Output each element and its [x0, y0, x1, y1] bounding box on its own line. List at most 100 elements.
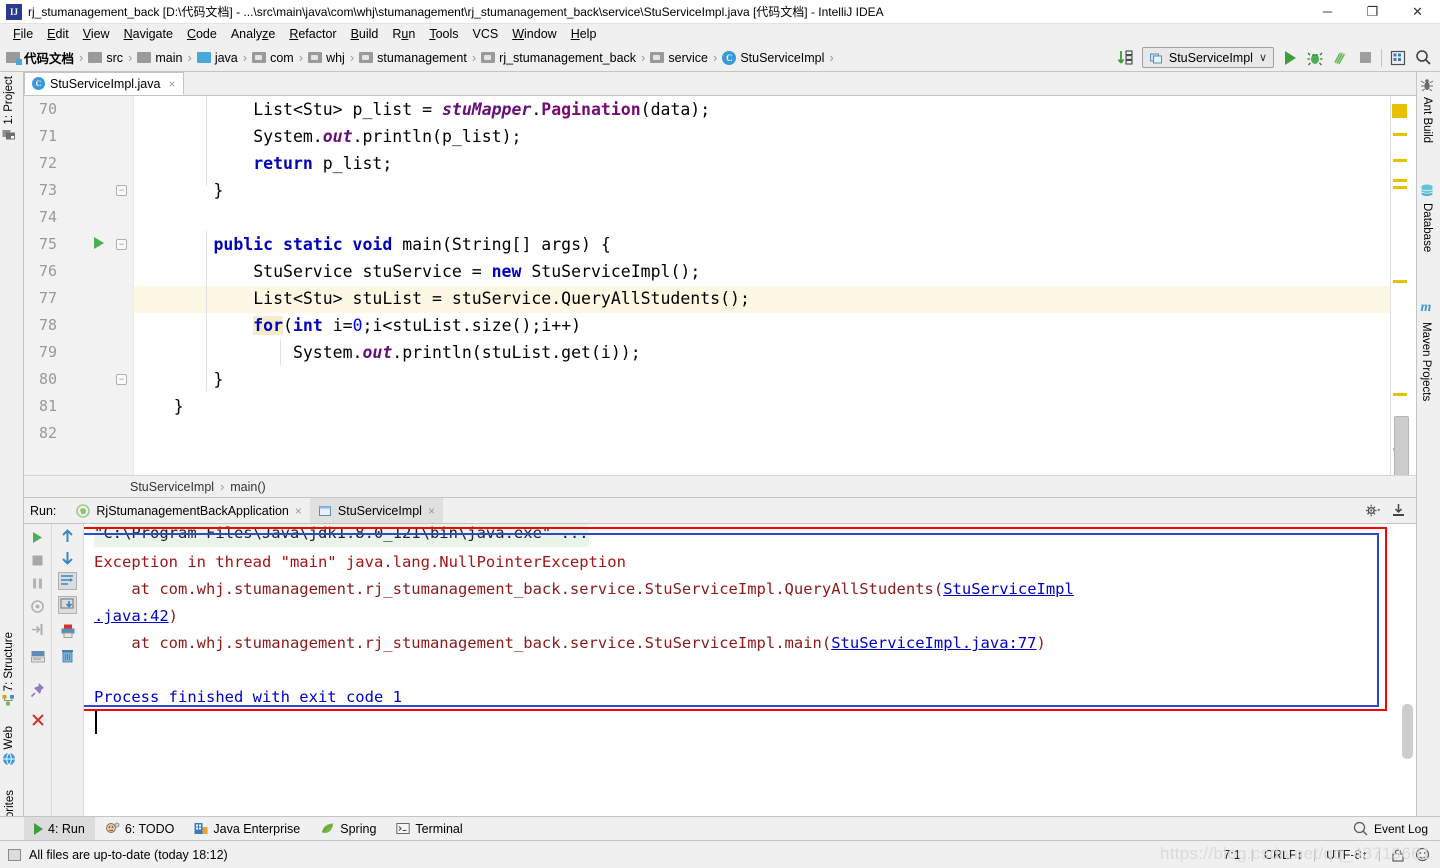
menu-navigate[interactable]: Navigate — [117, 25, 180, 43]
gutter-run-icon[interactable] — [94, 237, 104, 249]
close-icon[interactable]: × — [168, 77, 175, 91]
menu-refactor[interactable]: Refactor — [282, 25, 343, 43]
menu-window[interactable]: Window — [505, 25, 563, 43]
stop-icon[interactable] — [30, 553, 45, 568]
sidebar-item-project[interactable]: 1: Project — [2, 76, 16, 141]
line-number: 82 — [38, 424, 57, 442]
bottom-item-terminal[interactable]: Terminal — [386, 817, 472, 841]
breadcrumb-label: rj_stumanagement_back — [499, 50, 637, 65]
menu-edit[interactable]: Edit — [40, 25, 76, 43]
print-settings-icon[interactable] — [30, 649, 46, 664]
menu-file[interactable]: File — [6, 25, 40, 43]
menu-view[interactable]: View — [76, 25, 117, 43]
code-line-76: StuService stuService = new StuServiceIm… — [134, 262, 701, 281]
marker — [1393, 133, 1407, 136]
run-tab-rjstumanagementbackapplication[interactable]: RjStumanagementBackApplication × — [68, 498, 309, 523]
line-number: 77 — [38, 289, 57, 307]
editor-tab-stuserviceimpl[interactable]: C StuServiceImpl.java × — [24, 72, 185, 95]
breadcrumb-item-java[interactable]: java — [196, 51, 238, 65]
database-layout-icon[interactable] — [1389, 49, 1407, 67]
bottom-item-todo[interactable]: 6: TODO — [95, 817, 185, 841]
run-with-coverage-icon[interactable] — [1331, 49, 1349, 67]
close-button[interactable]: ✕ — [1395, 0, 1440, 24]
breadcrumb-separator: › — [298, 50, 304, 65]
search-everywhere-icon[interactable] — [1414, 49, 1432, 67]
scroll-to-end-icon[interactable] — [58, 596, 77, 614]
sort-numeric-icon[interactable] — [1117, 49, 1135, 67]
console-output[interactable]: "C:\Program Files\Java\jdk1.8.0_121\bin\… — [84, 524, 1416, 817]
pause-icon[interactable] — [30, 576, 45, 591]
pin-icon[interactable] — [30, 682, 46, 698]
maximize-button[interactable]: ❐ — [1350, 0, 1395, 24]
code-breadcrumb-method[interactable]: main() — [230, 480, 265, 494]
breadcrumb-item-src[interactable]: src — [88, 51, 123, 65]
bottom-item-spring[interactable]: Spring — [310, 817, 386, 841]
sidebar-item-web[interactable]: Web — [2, 726, 16, 767]
gear-icon[interactable] — [1365, 503, 1381, 518]
sidebar-item-ant-build[interactable]: Ant Build — [1420, 78, 1434, 143]
breadcrumb-item-stuserviceimpl[interactable]: C StuServiceImpl — [722, 50, 824, 65]
run-icon — [34, 822, 43, 835]
menu-help[interactable]: Help — [564, 25, 604, 43]
close-icon[interactable]: × — [295, 504, 302, 518]
stacktrace-link[interactable]: StuServiceImpl.java:77 — [831, 634, 1036, 652]
run-icon[interactable] — [1281, 49, 1299, 67]
run-tab-stuserviceimpl[interactable]: StuServiceImpl × — [309, 498, 443, 523]
breadcrumb-item-project[interactable]: 代码文档 — [6, 48, 74, 67]
sidebar-item-maven-projects[interactable]: Maven Projects m — [1420, 300, 1432, 401]
console-scrollbar-thumb[interactable] — [1402, 704, 1413, 759]
console-line-exception: Exception in thread "main" java.lang.Nul… — [94, 553, 626, 571]
run-label: Run: — [30, 503, 57, 518]
menu-build[interactable]: Build — [344, 25, 386, 43]
menu-code[interactable]: Code — [180, 25, 224, 43]
code-text[interactable]: List<Stu> p_list = stuMapper.Pagination(… — [134, 96, 1416, 497]
stacktrace-link[interactable]: .java:42 — [94, 607, 169, 625]
menu-analyze[interactable]: Analyze — [224, 25, 282, 43]
menu-vcs[interactable]: VCS — [466, 25, 506, 43]
code-fold-toggle[interactable]: − — [116, 374, 127, 385]
rerun-icon[interactable] — [30, 530, 45, 545]
breadcrumb-item-stumanagement[interactable]: stumanagement — [359, 51, 467, 65]
right-tool-window-bar: Ant Build Database Maven Projects m — [1416, 72, 1440, 816]
breadcrumb-item-whj[interactable]: whj — [308, 51, 345, 65]
sidebar-item-database[interactable]: Database — [1420, 184, 1434, 252]
scroll-down-icon[interactable] — [60, 550, 75, 566]
sidebar-item-structure[interactable]: 7: Structure — [2, 632, 16, 707]
exit-icon[interactable] — [30, 622, 45, 637]
print-icon[interactable] — [60, 623, 76, 639]
window-controls: ─ ❐ ✕ — [1305, 0, 1440, 24]
scroll-up-icon[interactable] — [60, 528, 75, 544]
code-fold-toggle[interactable]: − — [116, 239, 127, 250]
code-breadcrumb-class[interactable]: StuServiceImpl — [130, 480, 214, 494]
bottom-item-label: 4: Run — [48, 821, 85, 836]
code-fold-toggle[interactable]: − — [116, 185, 127, 196]
minimize-button[interactable]: ─ — [1305, 0, 1350, 24]
clear-all-icon[interactable] — [60, 648, 75, 664]
breadcrumb-item-main[interactable]: main — [137, 51, 182, 65]
breadcrumb-item-rj-stumanagement-back[interactable]: rj_stumanagement_back — [481, 51, 636, 65]
close-icon[interactable] — [30, 712, 46, 728]
bottom-item-java-enterprise[interactable]: Java Enterprise — [184, 817, 310, 841]
debug-icon[interactable] — [1306, 49, 1324, 67]
console-line-exit: Process finished with exit code 1 — [94, 688, 402, 706]
close-icon[interactable]: × — [428, 504, 435, 518]
dump-threads-icon[interactable] — [30, 599, 45, 614]
stop-icon[interactable] — [1356, 49, 1374, 67]
editor-gutter[interactable]: 70 71 72 73 74 75 76 77 78 79 80 81 82 −… — [24, 96, 134, 497]
chevron-down-icon[interactable]: ∨ — [1259, 51, 1267, 64]
java-run-icon — [318, 505, 331, 516]
editor-marker-bar[interactable] — [1390, 96, 1416, 506]
hide-window-icon[interactable] — [1391, 503, 1406, 518]
breadcrumb-item-com[interactable]: com — [252, 51, 294, 65]
menu-tools[interactable]: Tools — [422, 25, 465, 43]
menu-run[interactable]: Run — [385, 25, 422, 43]
breadcrumb-item-service[interactable]: service — [650, 51, 708, 65]
run-configuration-selector[interactable]: StuServiceImpl ∨ — [1141, 47, 1274, 68]
event-log-button[interactable]: Event Log — [1353, 821, 1440, 836]
bottom-item-run[interactable]: 4: Run — [24, 816, 95, 841]
soft-wrap-icon[interactable] — [58, 572, 77, 590]
stacktrace-link[interactable]: StuServiceImpl — [943, 580, 1074, 598]
class-icon: C — [722, 50, 737, 65]
code-line-78: for(int i=0;i<stuList.size();i++) — [253, 316, 582, 335]
line-number: 81 — [38, 397, 57, 415]
